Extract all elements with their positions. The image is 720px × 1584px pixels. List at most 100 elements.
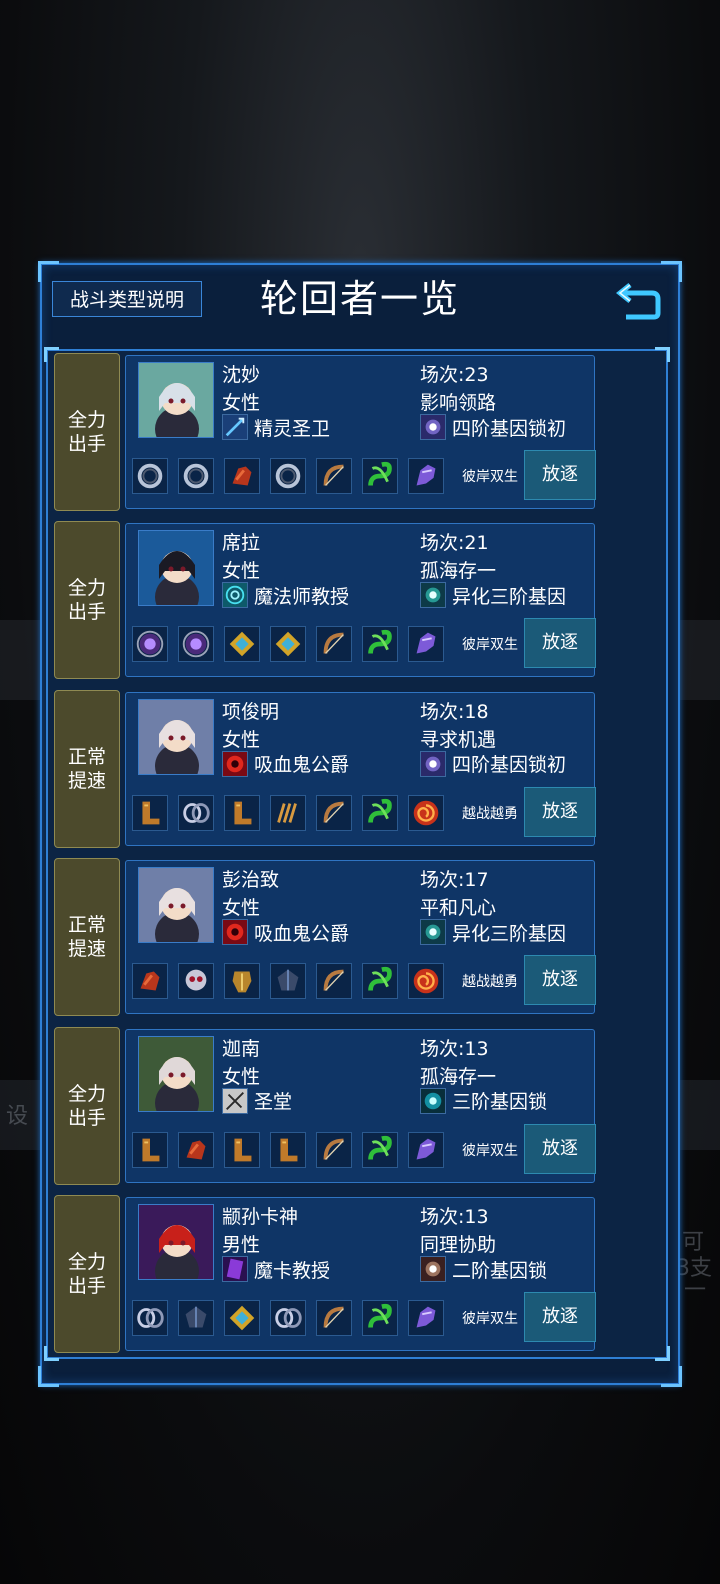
battle-type-text: 出手 xyxy=(67,433,106,455)
character-info-panel: 项俊明 女性 场次:18 寻求机遇 吸血鬼公爵 四阶基因锁初 越战越勇 放逐 xyxy=(125,691,596,846)
silver-ring-icon[interactable] xyxy=(132,1300,168,1336)
battle-type-text: 全力 xyxy=(67,577,106,600)
battle-type-text: 全力 xyxy=(67,1082,106,1105)
character-portrait[interactable] xyxy=(138,698,214,775)
green-snake-icon[interactable] xyxy=(362,458,398,494)
ring-icon[interactable] xyxy=(178,458,214,494)
dark-gem-icon[interactable] xyxy=(270,963,306,1000)
red-swirl-icon[interactable] xyxy=(408,963,444,1000)
character-gender: 男性 xyxy=(222,1234,261,1256)
character-info-panel: 彭治致 女性 场次:17 平和凡心 吸血鬼公爵 异化三阶基因 越战越勇 放逐 xyxy=(125,860,596,1015)
character-portrait[interactable] xyxy=(138,867,214,944)
purple-beast-icon[interactable] xyxy=(408,626,444,663)
character-portrait[interactable] xyxy=(138,530,214,607)
purple-beast-icon[interactable] xyxy=(408,458,444,494)
gene-lock-label: 异化三阶基因 xyxy=(452,585,567,608)
battle-type-text: 出手 xyxy=(67,601,106,624)
ring-icon[interactable] xyxy=(270,458,306,494)
bow-icon[interactable] xyxy=(316,963,352,1000)
battle-count: 场次:18 xyxy=(420,700,489,723)
gold-gem-icon[interactable] xyxy=(224,626,260,663)
purple-orb-icon[interactable] xyxy=(132,626,168,663)
character-class-label: 魔卡教授 xyxy=(254,1259,331,1282)
gene-lock-level: 二阶基因锁 xyxy=(420,1256,547,1282)
boots-icon[interactable] xyxy=(132,794,168,831)
character-class-label: 圣堂 xyxy=(254,1091,293,1114)
exile-button[interactable]: 放逐 xyxy=(524,955,596,1006)
gold-gem-icon[interactable] xyxy=(224,1300,260,1336)
bow-icon[interactable] xyxy=(316,458,352,494)
white-star-icon xyxy=(420,1256,446,1282)
glove-icon[interactable] xyxy=(178,1131,214,1168)
gold-gem-icon[interactable] xyxy=(270,626,306,663)
ring-icon[interactable] xyxy=(132,458,168,494)
back-arrow-icon[interactable] xyxy=(615,279,664,323)
character-class-label: 精灵圣卫 xyxy=(254,417,331,440)
skull-mask-icon[interactable] xyxy=(178,963,214,1000)
green-snake-icon[interactable] xyxy=(362,1300,398,1336)
green-snake-icon[interactable] xyxy=(362,1131,398,1168)
battle-type-text: 提速 xyxy=(67,769,106,792)
equipment-row xyxy=(132,794,454,831)
gene-lock-level: 异化三阶基因 xyxy=(420,919,566,946)
battle-type-badge: 全力 出手 xyxy=(54,1026,120,1185)
battle-type-explanation-button[interactable]: 战斗类型说明 xyxy=(52,281,202,317)
character-trait: 孤海存一 xyxy=(420,560,497,583)
exile-button[interactable]: 放逐 xyxy=(524,1292,596,1342)
gold-claw-icon[interactable] xyxy=(270,794,306,831)
red-eye-icon xyxy=(222,919,248,946)
boots-icon[interactable] xyxy=(224,1131,260,1168)
character-trait: 同理协助 xyxy=(420,1234,497,1256)
red-swirl-icon[interactable] xyxy=(408,794,444,831)
character-card: 全力 出手 席拉 女性 场次:21 孤海存一 魔法师教授 异化三阶基因 彼岸双生 放逐 xyxy=(54,521,602,680)
bow-icon[interactable] xyxy=(316,626,352,663)
glove-icon[interactable] xyxy=(224,458,260,494)
exile-button[interactable]: 放逐 xyxy=(524,450,596,500)
glove-icon[interactable] xyxy=(132,963,168,1000)
talent-label: 彼岸双生 xyxy=(462,1311,518,1327)
character-portrait[interactable] xyxy=(138,1204,214,1280)
bow-icon[interactable] xyxy=(316,1300,352,1336)
battle-type-badge: 正常 提速 xyxy=(54,689,120,848)
character-class: 圣堂 xyxy=(222,1087,293,1114)
bow-icon[interactable] xyxy=(316,794,352,831)
purple-beast-icon[interactable] xyxy=(408,1131,444,1168)
frame-corner xyxy=(38,261,59,282)
boots-icon[interactable] xyxy=(224,794,260,831)
character-gender: 女性 xyxy=(222,1065,261,1088)
character-name: 项俊明 xyxy=(222,700,280,723)
exile-button[interactable]: 放逐 xyxy=(524,1123,596,1174)
equipment-row xyxy=(132,458,454,494)
character-card: 正常 提速 项俊明 女性 场次:18 寻求机遇 吸血鬼公爵 四阶基因锁初 越战越勇 放逐 xyxy=(54,689,602,848)
exile-button[interactable]: 放逐 xyxy=(524,786,596,837)
bow-icon[interactable] xyxy=(316,1131,352,1168)
gene-lock-label: 四阶基因锁初 xyxy=(452,754,567,777)
gene-lock-level: 异化三阶基因 xyxy=(420,582,567,609)
purple-beast-icon[interactable] xyxy=(408,1300,444,1336)
equipment-row xyxy=(132,626,454,663)
boots-icon[interactable] xyxy=(132,1131,168,1168)
green-snake-icon[interactable] xyxy=(362,963,398,1000)
battle-count: 场次:17 xyxy=(420,869,489,892)
character-name: 席拉 xyxy=(222,532,261,555)
green-snake-icon[interactable] xyxy=(362,626,398,663)
exile-button[interactable]: 放逐 xyxy=(524,618,596,669)
silver-ring-icon[interactable] xyxy=(178,794,214,831)
green-snake-icon[interactable] xyxy=(362,794,398,831)
silver-ring-icon[interactable] xyxy=(270,1300,306,1336)
battle-type-badge: 全力 出手 xyxy=(54,353,120,511)
battle-type-badge: 全力 出手 xyxy=(54,1195,120,1353)
character-class-label: 吸血鬼公爵 xyxy=(254,754,350,777)
character-card: 正常 提速 彭治致 女性 场次:17 平和凡心 吸血鬼公爵 异化三阶基因 越战越勇 放逐 xyxy=(54,858,602,1017)
character-portrait[interactable] xyxy=(138,1035,214,1112)
character-class: 吸血鬼公爵 xyxy=(222,750,350,777)
talent-label: 彼岸双生 xyxy=(462,637,518,654)
golden-armor-icon[interactable] xyxy=(224,963,260,1000)
character-portrait[interactable] xyxy=(138,362,214,438)
character-list[interactable]: 全力 出手 沈妙 女性 场次:23 影响领路 精灵圣卫 四阶基因锁初 彼岸双生 放逐 全力 出手 席拉女… xyxy=(44,347,670,1361)
purple-orb-icon[interactable] xyxy=(178,626,214,663)
dark-gem-icon[interactable] xyxy=(178,1300,214,1336)
boots-icon[interactable] xyxy=(270,1131,306,1168)
character-info-panel: 席拉 女性 场次:21 孤海存一 魔法师教授 异化三阶基因 彼岸双生 放逐 xyxy=(125,523,596,678)
talent-label: 彼岸双生 xyxy=(462,1142,518,1159)
